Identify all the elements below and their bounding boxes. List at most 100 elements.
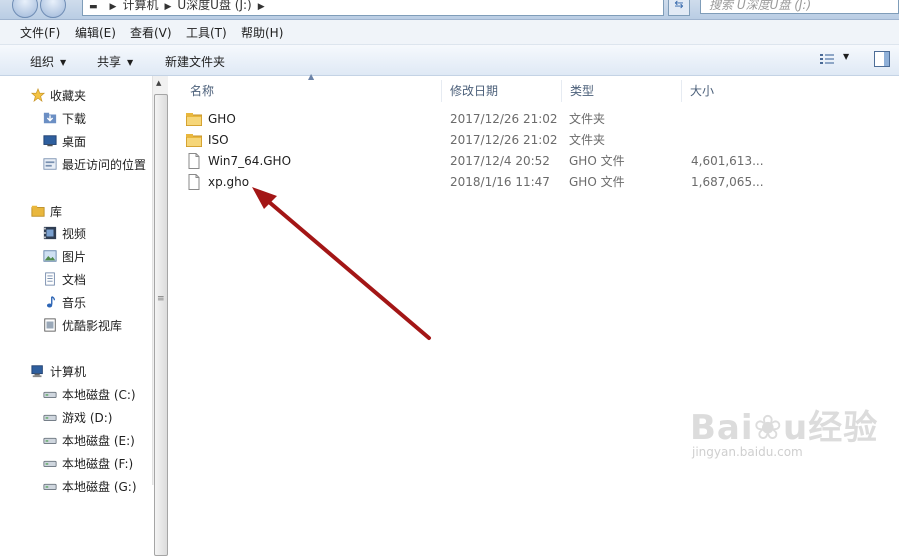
new-folder-button[interactable]: 新建文件夹 [165, 53, 225, 70]
file-row[interactable]: Win7_64.GHO 2017/12/4 20:52 GHO 文件 4,601… [186, 151, 786, 172]
column-header-size[interactable]: 大小 [682, 80, 899, 102]
paw-icon: ❀ [753, 408, 784, 448]
preview-pane-button[interactable] [874, 51, 890, 67]
file-row[interactable]: ISO 2017/12/26 21:02 文件夹 [186, 130, 786, 151]
file-type: GHO 文件 [569, 175, 625, 189]
nav-drive-f[interactable]: 本地磁盘 (F:) [42, 454, 133, 474]
nav-libraries[interactable]: 库 [30, 202, 62, 222]
file-row[interactable]: GHO 2017/12/26 21:02 文件夹 [186, 109, 786, 130]
refresh-button[interactable]: ⇆ [668, 0, 690, 16]
drive-icon: ▬ [89, 2, 98, 12]
music-note-icon [46, 296, 55, 308]
menu-view[interactable]: 查看(V) [130, 24, 172, 41]
nav-favorites[interactable]: 收藏夹 [30, 86, 86, 106]
nav-item-label: 本地磁盘 (F:) [62, 457, 134, 471]
column-header-date[interactable]: 修改日期 [442, 80, 562, 102]
nav-item-label: 视频 [62, 227, 87, 241]
computer-icon [31, 365, 43, 378]
file-type: 文件夹 [569, 112, 606, 126]
nav-item-label: 优酷影视库 [62, 319, 123, 333]
nav-item-pictures[interactable]: 图片 [42, 247, 86, 267]
search-input[interactable]: 搜索 U深度U盘 (J:) [700, 0, 899, 14]
organize-button[interactable]: 组织 ▼ [30, 53, 66, 70]
menu-help[interactable]: 帮助(H) [241, 24, 283, 41]
nav-item-label: 游戏 (D:) [62, 411, 113, 425]
nav-item-label: 文档 [62, 273, 87, 287]
file-size: 4,601,613... [691, 154, 764, 168]
breadcrumb-drive[interactable]: U深度U盘 (J:) [177, 0, 251, 12]
nav-drive-d[interactable]: 游戏 (D:) [42, 408, 112, 428]
video-icon [43, 226, 57, 240]
nav-item-label: 下载 [62, 112, 87, 126]
scrollbar-thumb[interactable] [154, 94, 168, 556]
nav-item-desktop[interactable]: 桌面 [42, 132, 86, 152]
file-name: ISO [208, 133, 229, 147]
nav-computer-label: 计算机 [50, 365, 87, 379]
watermark-url: jingyan.baidu.com [692, 445, 803, 459]
nav-drive-c[interactable]: 本地磁盘 (C:) [42, 385, 136, 405]
nav-item-recent-places[interactable]: 最近访问的位置 [42, 155, 146, 175]
caret-down-icon: ▼ [127, 58, 134, 67]
share-button[interactable]: 共享 ▼ [97, 53, 133, 70]
folder-icon [186, 113, 202, 126]
file-date: 2017/12/26 21:02 [450, 133, 558, 147]
file-date: 2017/12/26 21:02 [450, 112, 558, 126]
nav-item-label: 桌面 [62, 135, 87, 149]
hard-drive-icon [43, 414, 57, 421]
downloads-folder-icon [43, 112, 57, 124]
nav-item-label: 本地磁盘 (C:) [62, 388, 136, 402]
column-header-type[interactable]: 类型 [562, 80, 682, 102]
navigation-pane: 收藏夹 下载 桌面 最近访问的位置 库 视频 图片 文档 音乐 优酷影视库 计算… [0, 76, 152, 494]
file-name: GHO [208, 112, 236, 126]
menu-edit[interactable]: 编辑(E) [75, 24, 116, 41]
folder-icon [186, 134, 202, 147]
chevron-right-icon: ▶ [164, 2, 172, 12]
chevron-right-icon: ▶ [257, 2, 265, 12]
column-header-name[interactable]: 名称 [182, 80, 442, 102]
nav-item-label: 最近访问的位置 [62, 158, 147, 172]
file-size: 1,687,065... [691, 175, 764, 189]
back-button[interactable] [12, 0, 38, 18]
nav-item-label: 音乐 [62, 296, 87, 310]
menu-file[interactable]: 文件(F) [20, 24, 60, 41]
nav-item-label: 本地磁盘 (G:) [62, 480, 137, 494]
nav-drive-e[interactable]: 本地磁盘 (E:) [42, 431, 135, 451]
file-date: 2017/12/4 20:52 [450, 154, 550, 168]
nav-item-youku-library[interactable]: 优酷影视库 [42, 316, 122, 336]
nav-scrollbar[interactable]: ▲ ≡ [152, 76, 168, 556]
hard-drive-icon [43, 391, 57, 398]
caret-down-icon: ▼ [60, 58, 67, 67]
nav-libraries-label: 库 [50, 205, 63, 219]
view-details-icon[interactable] [820, 54, 834, 65]
menu-tools[interactable]: 工具(T) [186, 24, 227, 41]
breadcrumb-computer[interactable]: 计算机 [122, 0, 158, 12]
recent-places-icon [43, 158, 57, 170]
nav-item-documents[interactable]: 文档 [42, 270, 86, 290]
nav-item-label: 本地磁盘 (E:) [62, 434, 135, 448]
star-icon [30, 88, 46, 102]
nav-computer[interactable]: 计算机 [30, 362, 86, 382]
file-icon [188, 153, 200, 169]
menu-bar: 文件(F) 编辑(E) 查看(V) 工具(T) 帮助(H) [0, 20, 899, 45]
watermark-brand-text: Bai [690, 408, 754, 448]
library-icon [31, 205, 45, 217]
chevron-right-icon: ▶ [109, 2, 117, 12]
view-options-caret-icon[interactable]: ▼ [843, 52, 849, 61]
nav-item-videos[interactable]: 视频 [42, 224, 86, 244]
address-strip: ▬ ▶ 计算机 ▶ U深度U盘 (J:) ▶ ⇆ 搜索 U深度U盘 (J:) [0, 0, 899, 20]
address-bar[interactable]: ▬ ▶ 计算机 ▶ U深度U盘 (J:) ▶ [82, 0, 664, 16]
file-icon [188, 174, 200, 190]
organize-label: 组织 [30, 55, 55, 69]
hard-drive-icon [43, 437, 57, 444]
nav-item-label: 图片 [62, 250, 87, 264]
file-type: GHO 文件 [569, 154, 625, 168]
nav-item-downloads[interactable]: 下载 [42, 109, 86, 129]
document-icon [45, 272, 55, 286]
nav-drive-g[interactable]: 本地磁盘 (G:) [42, 477, 137, 497]
nav-item-music[interactable]: 音乐 [42, 293, 86, 313]
forward-button[interactable] [40, 0, 66, 18]
film-library-icon [44, 318, 56, 332]
watermark-brand: Bai❀u经验 [690, 408, 879, 448]
scroll-up-icon[interactable]: ▲ [156, 79, 161, 87]
file-row[interactable]: xp.gho 2018/1/16 11:47 GHO 文件 1,687,065.… [186, 172, 786, 193]
